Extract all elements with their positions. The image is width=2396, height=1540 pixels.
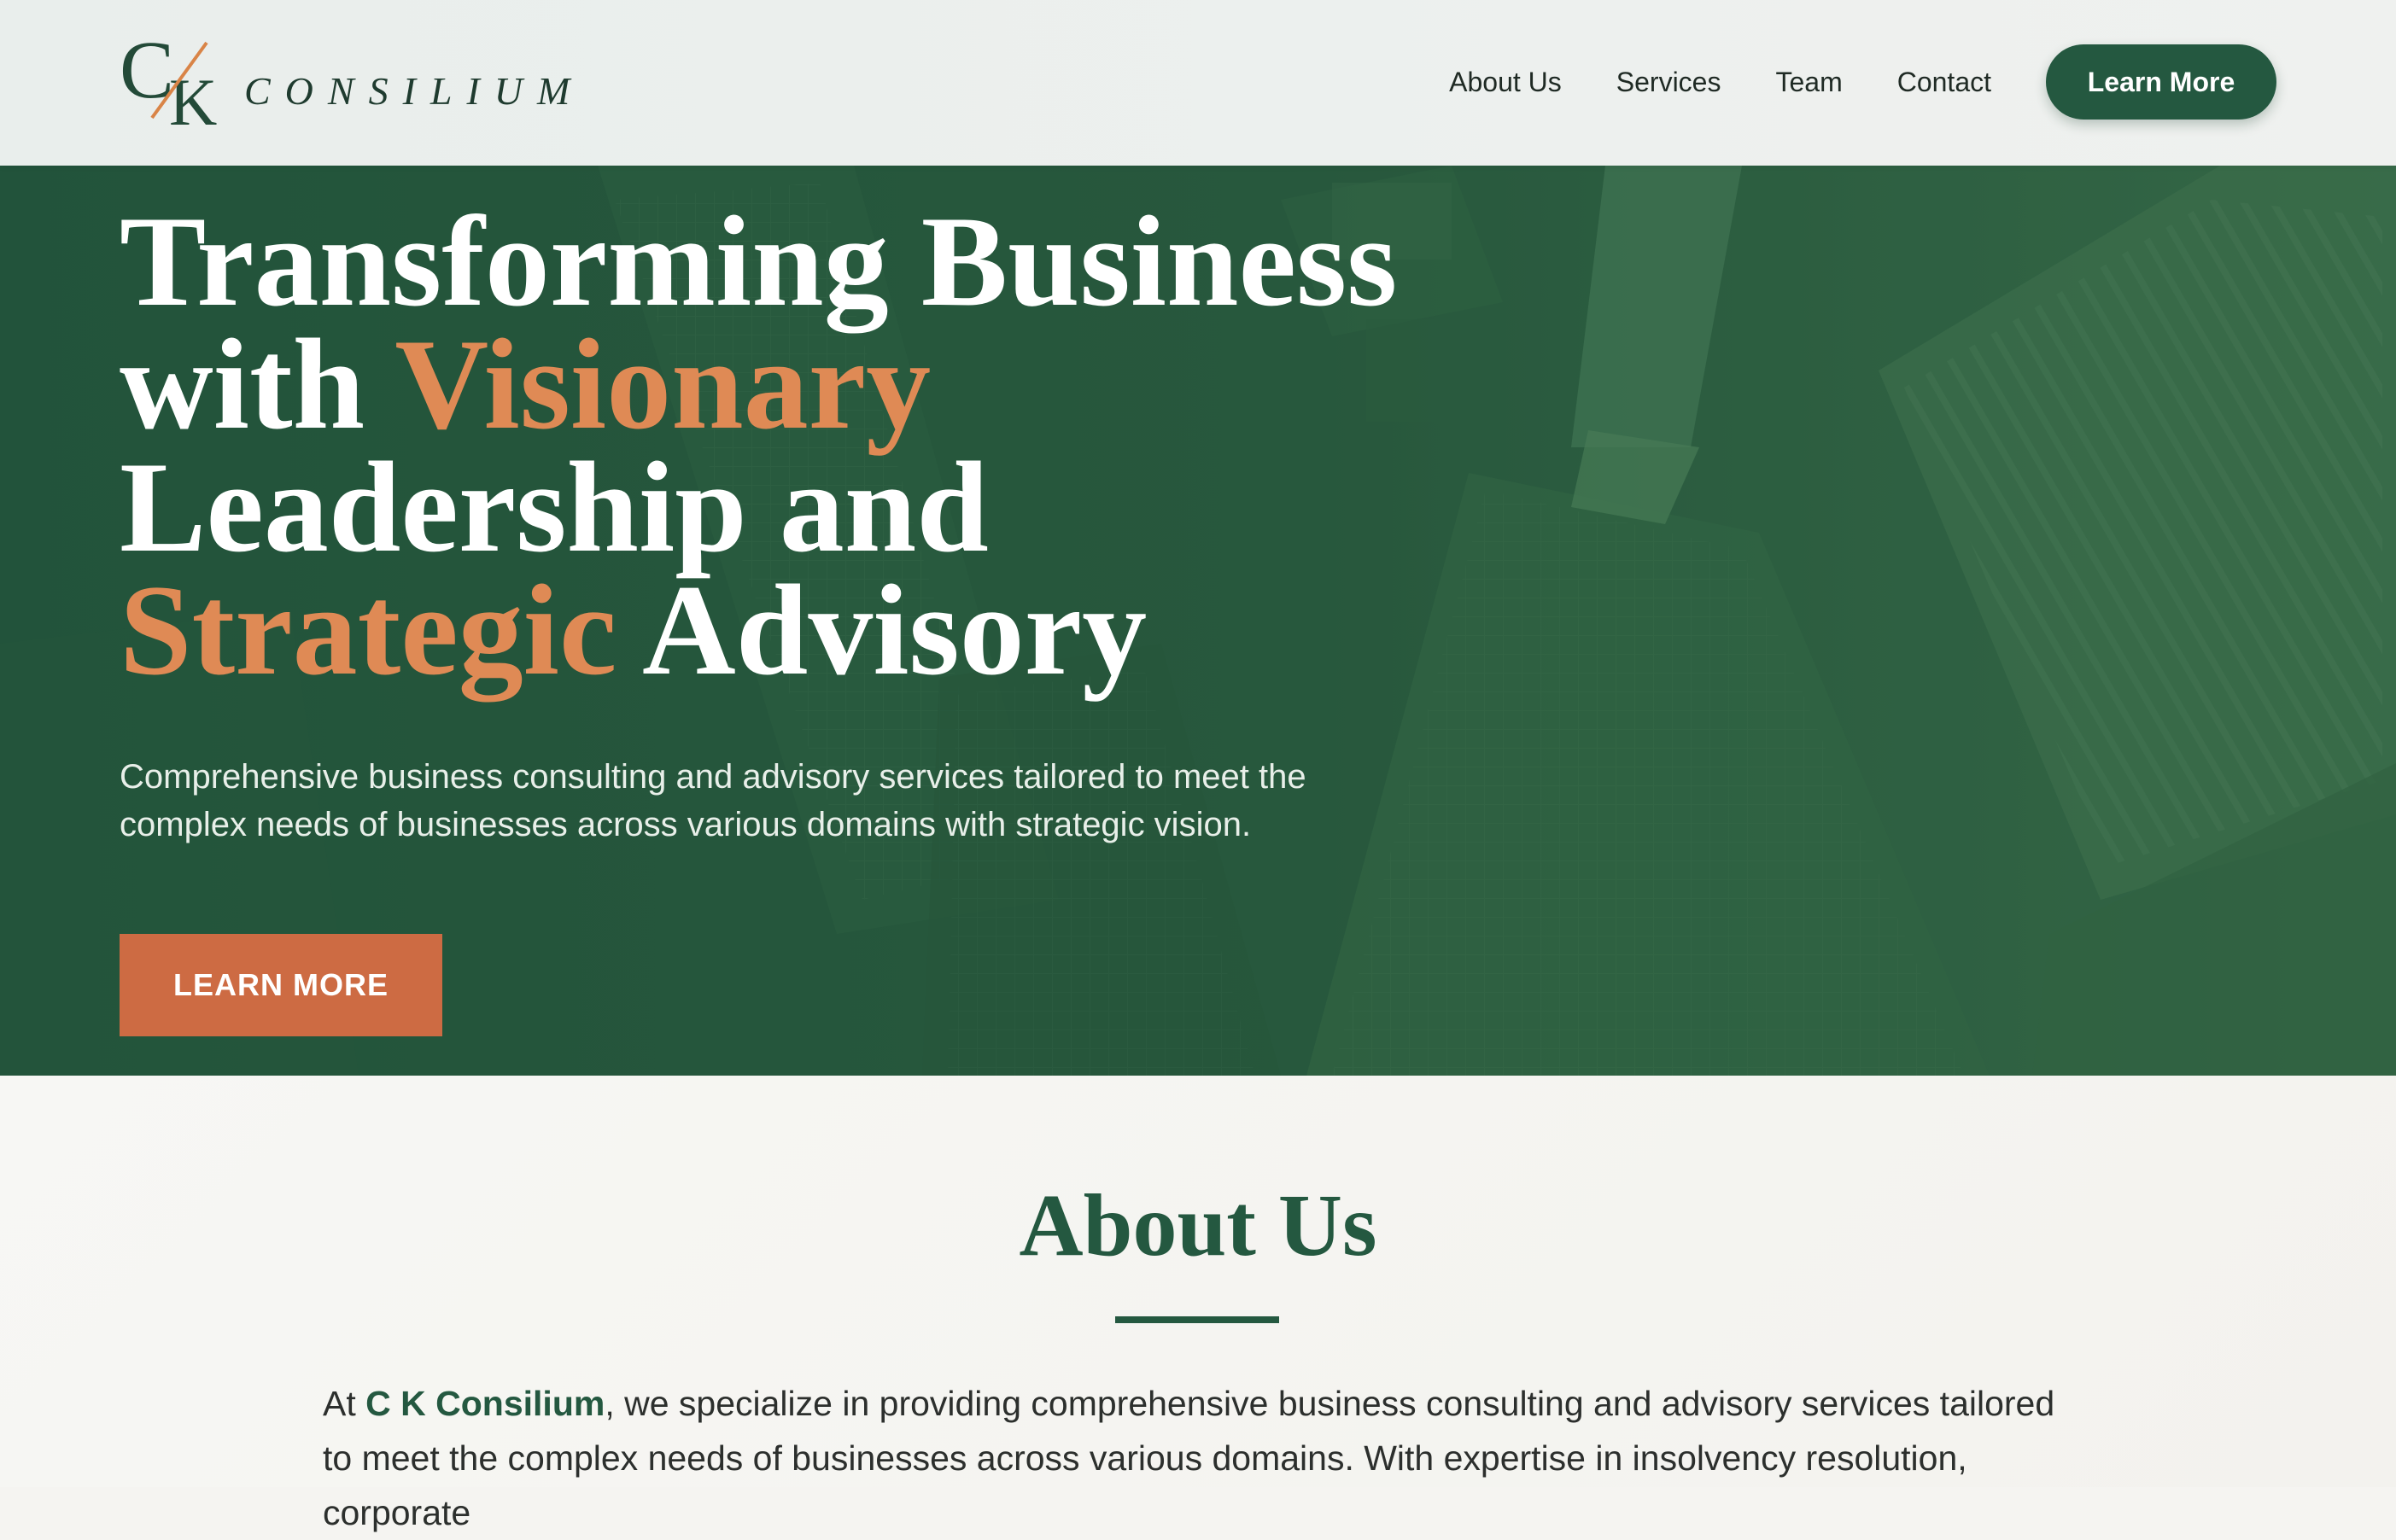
hero-subtitle: Comprehensive business consulting and ad… [120,758,1306,843]
about-section: About Us At C K Consilium, we specialize… [0,1076,2396,1532]
about-title: About Us [1019,1176,1377,1275]
hero-title-line1: Transforming Business [120,190,1398,333]
hero-title-accent-strategic: Strategic [120,558,617,702]
hero-title: Transforming Business with Visionary Lea… [120,196,1571,695]
nav-contact[interactable]: Contact [1897,67,1991,98]
logo[interactable]: C K CONSILIUM [120,34,570,137]
logo-monogram: C K [120,34,217,137]
logo-monogram-k: K [169,65,217,137]
hero-title-accent-visionary: Visionary [394,312,932,456]
nav-about-us[interactable]: About Us [1449,67,1562,98]
site-header: C K CONSILIUM About Us Services Team Con… [0,0,2396,166]
about-text-prefix: At [323,1384,366,1423]
hero-title-line3: Leadership and [120,435,989,579]
hero-title-line2-start: with [120,312,395,456]
about-brand-name: C K Consilium [365,1384,605,1423]
main-nav: About Us Services Team Contact Learn Mor… [1449,44,2276,120]
hero-section: Transforming Business with Visionary Lea… [0,166,2396,1076]
hero-title-line4-end: Advisory [617,558,1148,702]
logo-wordmark: CONSILIUM [244,69,585,113]
learn-more-nav-button[interactable]: Learn More [2046,44,2276,120]
logo-monogram-c: C [120,34,174,115]
nav-team[interactable]: Team [1775,67,1842,98]
nav-services[interactable]: Services [1616,67,1721,98]
about-paragraph: At C K Consilium, we specialize in provi… [323,1376,2082,1540]
about-divider [1115,1316,1279,1323]
learn-more-hero-button[interactable]: LEARN MORE [120,934,442,1036]
